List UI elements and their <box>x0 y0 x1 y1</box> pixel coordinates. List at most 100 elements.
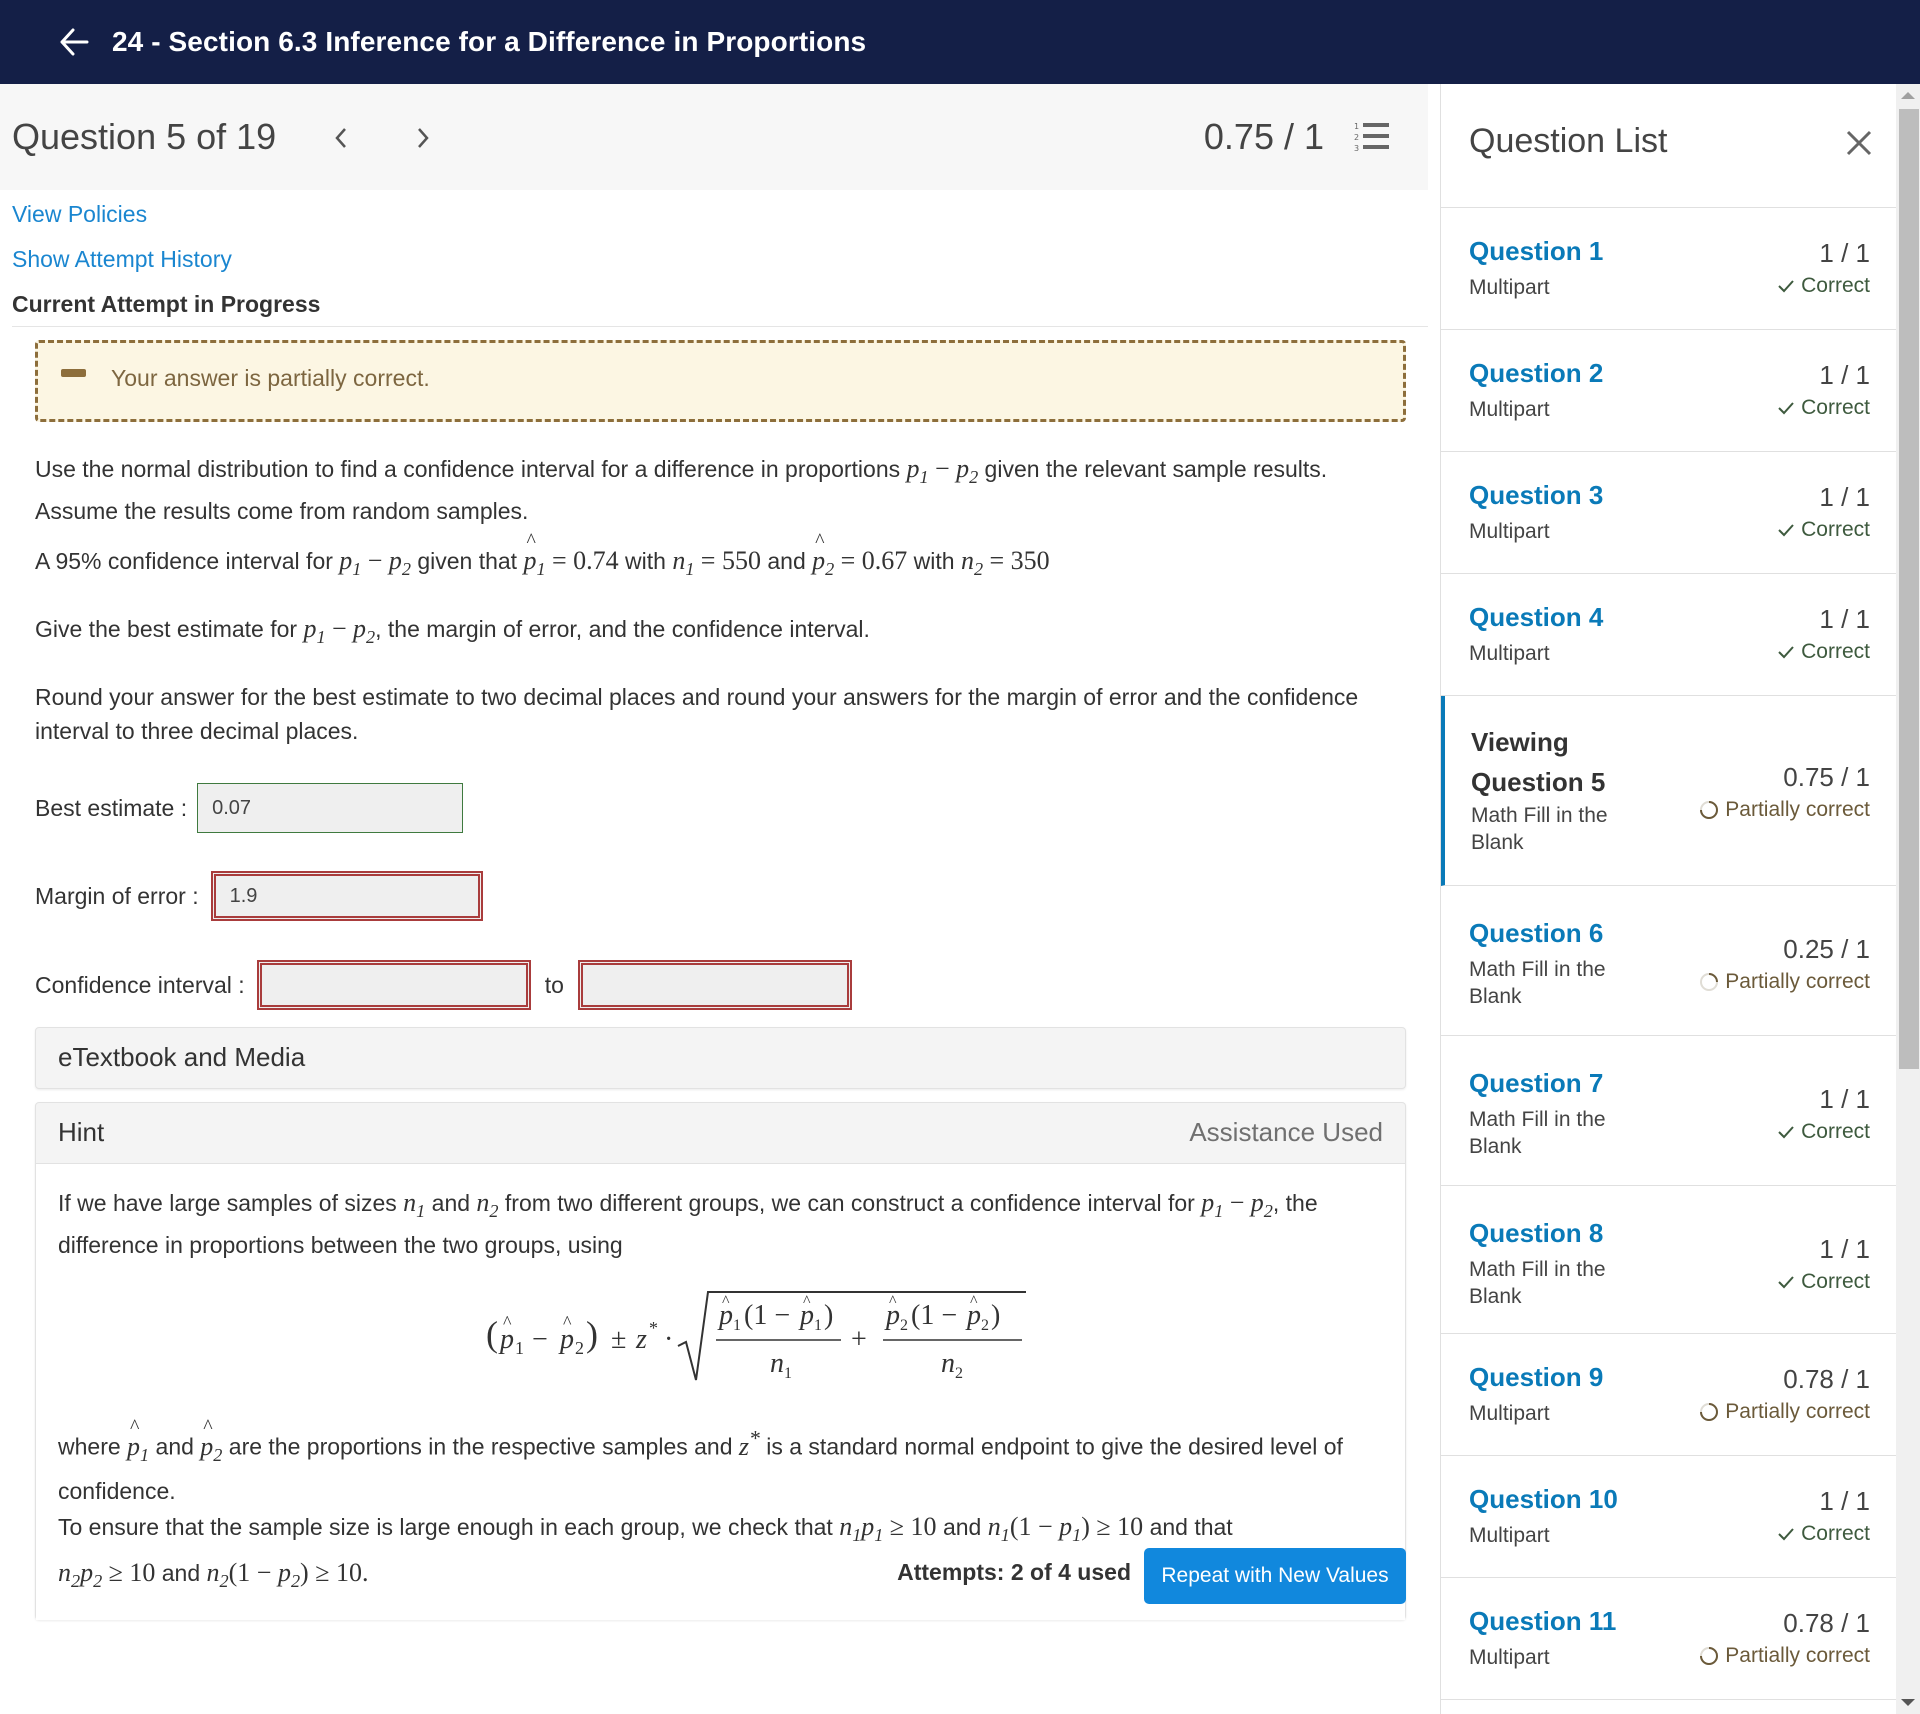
svg-text:^: ^ <box>970 1293 978 1310</box>
question-item-score: 1 / 1 <box>1819 1084 1870 1114</box>
question-list-toggle[interactable]: 1 2 3 <box>1354 120 1390 154</box>
question-item-status: Partially correct <box>1699 970 1870 994</box>
svg-text:(1 −: (1 − <box>744 1300 790 1331</box>
question-item-score: 1 / 1 <box>1819 482 1870 512</box>
margin-of-error-input[interactable]: 1.9 <box>210 871 483 921</box>
best-estimate-input[interactable]: 0.07 <box>197 783 464 833</box>
partial-circle-icon <box>1700 801 1719 819</box>
repeat-with-new-values-button[interactable]: Repeat with New Values <box>1144 1548 1406 1604</box>
question-item-type: Math Fill in the Blank <box>1469 958 1606 1008</box>
question-item-type: Multipart <box>1469 276 1550 299</box>
scroll-up-arrow[interactable] <box>1901 92 1915 99</box>
question-list: Question 1 Multipart 1 / 1 Correct Question … <box>1441 208 1896 1700</box>
svg-text:·: · <box>664 1324 673 1355</box>
question-item-status: Correct <box>1777 640 1870 664</box>
question-item-score: 0.78 / 1 <box>1783 1364 1870 1394</box>
question-list-item[interactable]: Question 10 Multipart 1 / 1 Correct <box>1441 1456 1896 1578</box>
question-item-status: Correct <box>1777 1522 1870 1546</box>
confidence-interval-row: Confidence interval : to <box>35 960 852 1010</box>
ci-lower-input[interactable] <box>256 960 531 1010</box>
back-button[interactable] <box>56 24 92 60</box>
question-item-name: Question 3 <box>1469 480 1604 510</box>
top-nav-bar: 24 - Section 6.3 Inference for a Differe… <box>0 0 1920 84</box>
question-item-score: 1 / 1 <box>1819 360 1870 390</box>
question-list-item[interactable]: Question 11 Multipart 0.78 / 1 Partially co… <box>1441 1578 1896 1700</box>
svg-text:−: − <box>532 1324 548 1355</box>
question-item-name: Question 6 <box>1469 918 1604 948</box>
question-given: A 95% confidence interval for p1 − p2 gi… <box>35 524 1415 586</box>
question-list-item[interactable]: Question 6 Math Fill in the Blank 0.25 / 1… <box>1441 886 1896 1036</box>
svg-text:): ) <box>824 1300 833 1331</box>
check-icon <box>1778 1276 1794 1289</box>
question-item-name: Question 8 <box>1469 1218 1604 1248</box>
scroll-down-arrow[interactable] <box>1901 1699 1915 1706</box>
sidebar-scrollbar[interactable] <box>1896 84 1920 1714</box>
question-item-name: Question 11 <box>1469 1606 1617 1636</box>
question-item-type: Math Fill in the Blank <box>1471 804 1608 854</box>
check-icon <box>1778 1528 1794 1541</box>
svg-text:2: 2 <box>900 1317 908 1334</box>
ci-to-label: to <box>544 971 564 998</box>
ci-upper-input[interactable] <box>577 960 852 1010</box>
margin-of-error-row: Margin of error : 1.9 <box>35 871 483 921</box>
question-list-item[interactable]: Question 1 Multipart 1 / 1 Correct <box>1441 208 1896 330</box>
svg-text:+: + <box>851 1324 867 1355</box>
question-item-name: Question 2 <box>1469 358 1604 388</box>
svg-text:2: 2 <box>981 1317 989 1334</box>
svg-text:n: n <box>941 1348 955 1379</box>
question-item-score: 1 / 1 <box>1819 1486 1870 1516</box>
svg-text:^: ^ <box>722 1293 730 1310</box>
partial-minus-icon <box>61 369 86 377</box>
question-item-status: Correct <box>1777 274 1870 298</box>
question-item-status: Correct <box>1777 396 1870 420</box>
etextbook-panel[interactable]: eTextbook and Media <box>35 1027 1406 1089</box>
svg-text:±: ± <box>611 1324 626 1355</box>
question-item-type: Multipart <box>1469 398 1550 421</box>
svg-text:): ) <box>991 1300 1000 1331</box>
question-list-item[interactable]: Question 3 Multipart 1 / 1 Correct <box>1441 452 1896 574</box>
question-list-header: Question List <box>1441 84 1896 208</box>
svg-text:3: 3 <box>1354 144 1359 153</box>
question-item-score: 0.75 / 1 <box>1783 762 1870 792</box>
question-list-item[interactable]: Question 2 Multipart 1 / 1 Correct <box>1441 330 1896 452</box>
question-intro: Use the normal distribution to find a co… <box>35 454 1328 525</box>
assignment-title: 24 - Section 6.3 Inference for a Differe… <box>112 26 867 57</box>
question-item-name: Viewing Question 5 <box>1471 727 1606 797</box>
svg-text:2: 2 <box>955 1365 963 1382</box>
question-item-name: Question 4 <box>1469 602 1604 632</box>
svg-text:(: ( <box>486 1314 498 1354</box>
question-pane: Question 5 of 19 0.75 / 1 1 2 3 View Pol… <box>0 84 1440 1714</box>
show-attempt-history-link[interactable]: Show Attempt History <box>12 237 320 282</box>
question-list-item[interactable]: Question 4 Multipart 1 / 1 Correct <box>1441 574 1896 696</box>
scroll-thumb[interactable] <box>1899 109 1919 1069</box>
svg-text:(1 −: (1 − <box>911 1300 957 1331</box>
question-item-type: Multipart <box>1469 1524 1550 1547</box>
question-list-item[interactable]: Question 7 Math Fill in the Blank 1 / 1 Cor… <box>1441 1036 1896 1186</box>
question-list-item[interactable]: Viewing Question 5 Math Fill in the Blank 0… <box>1441 696 1896 886</box>
svg-text:2: 2 <box>575 1338 584 1358</box>
partial-circle-icon <box>1700 1647 1719 1665</box>
question-item-status: Partially correct <box>1699 1644 1870 1668</box>
question-item-type: Multipart <box>1469 642 1550 665</box>
previous-question-button[interactable] <box>326 118 356 158</box>
svg-text:^: ^ <box>503 1312 512 1332</box>
numbered-list-icon: 1 2 3 <box>1354 122 1389 153</box>
hint-paragraph-2: where p1 and p2 are the proportions in t… <box>58 1409 1388 1509</box>
close-question-list-button[interactable] <box>1844 128 1874 158</box>
svg-text:^: ^ <box>803 1293 811 1310</box>
check-icon <box>1778 524 1794 537</box>
question-item-name: Question 1 <box>1469 236 1604 266</box>
question-item-type: Math Fill in the Blank <box>1469 1258 1606 1308</box>
svg-text:1: 1 <box>814 1317 822 1334</box>
question-list-item[interactable]: Question 9 Multipart 0.78 / 1 Partially cor… <box>1441 1334 1896 1456</box>
svg-text:1: 1 <box>515 1338 524 1358</box>
partial-circle-icon <box>1700 973 1719 991</box>
question-item-status: Correct <box>1777 1270 1870 1294</box>
feedback-banner: Your answer is partially correct. <box>35 340 1406 422</box>
svg-text:^: ^ <box>563 1312 572 1332</box>
next-question-button[interactable] <box>408 118 438 158</box>
svg-text:n: n <box>770 1348 784 1379</box>
view-policies-link[interactable]: View Policies <box>12 192 320 237</box>
question-list-item[interactable]: Question 8 Math Fill in the Blank 1 / 1 Cor… <box>1441 1186 1896 1334</box>
question-item-name: Question 9 <box>1469 1362 1604 1392</box>
